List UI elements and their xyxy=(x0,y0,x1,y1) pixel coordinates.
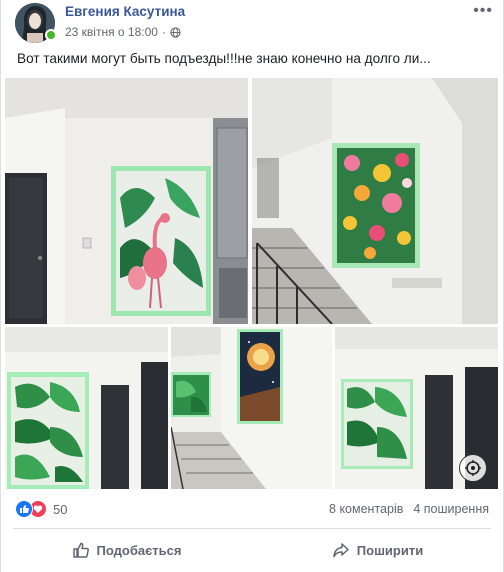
engagement-stats: 8 коментарів 4 поширення xyxy=(329,502,489,516)
post-date[interactable]: 23 квітня о 18:00 xyxy=(65,25,158,39)
reaction-count: 50 xyxy=(53,501,68,517)
like-button-label: Подобається xyxy=(96,542,182,558)
online-status-indicator xyxy=(45,29,57,41)
facebook-post: Евгения Касутина 23 квітня о 18:00 · •••… xyxy=(0,0,504,572)
globe-icon[interactable] xyxy=(170,26,181,38)
reactions-summary[interactable]: 50 xyxy=(15,500,67,518)
photo-flamingo-mural[interactable] xyxy=(5,78,248,324)
photo-tropical-flowers-mural[interactable] xyxy=(252,78,498,324)
photo-palm-leaves-mural[interactable] xyxy=(5,327,168,489)
action-bar: Подобається Поширити xyxy=(1,532,503,568)
divider xyxy=(13,528,491,529)
like-button[interactable]: Подобається xyxy=(1,532,252,568)
post-meta: 23 квітня о 18:00 · xyxy=(65,25,181,39)
share-button[interactable]: Поширити xyxy=(252,532,503,568)
post-text: Вот такими могут быть подъезды!!!не знаю… xyxy=(17,51,431,66)
sep-dot: · xyxy=(161,25,166,39)
thumbs-up-icon xyxy=(72,542,89,558)
comments-count[interactable]: 8 коментарів xyxy=(329,502,403,516)
shares-count[interactable]: 4 поширення xyxy=(413,502,489,516)
share-arrow-icon xyxy=(333,543,349,558)
more-options-button[interactable]: ••• xyxy=(473,2,493,20)
author-name[interactable]: Евгения Касутина xyxy=(65,4,185,19)
zoom-icon[interactable] xyxy=(459,454,487,482)
share-button-label: Поширити xyxy=(356,542,424,558)
like-icon xyxy=(15,500,33,518)
photo-stairwell-murals[interactable] xyxy=(171,327,332,489)
